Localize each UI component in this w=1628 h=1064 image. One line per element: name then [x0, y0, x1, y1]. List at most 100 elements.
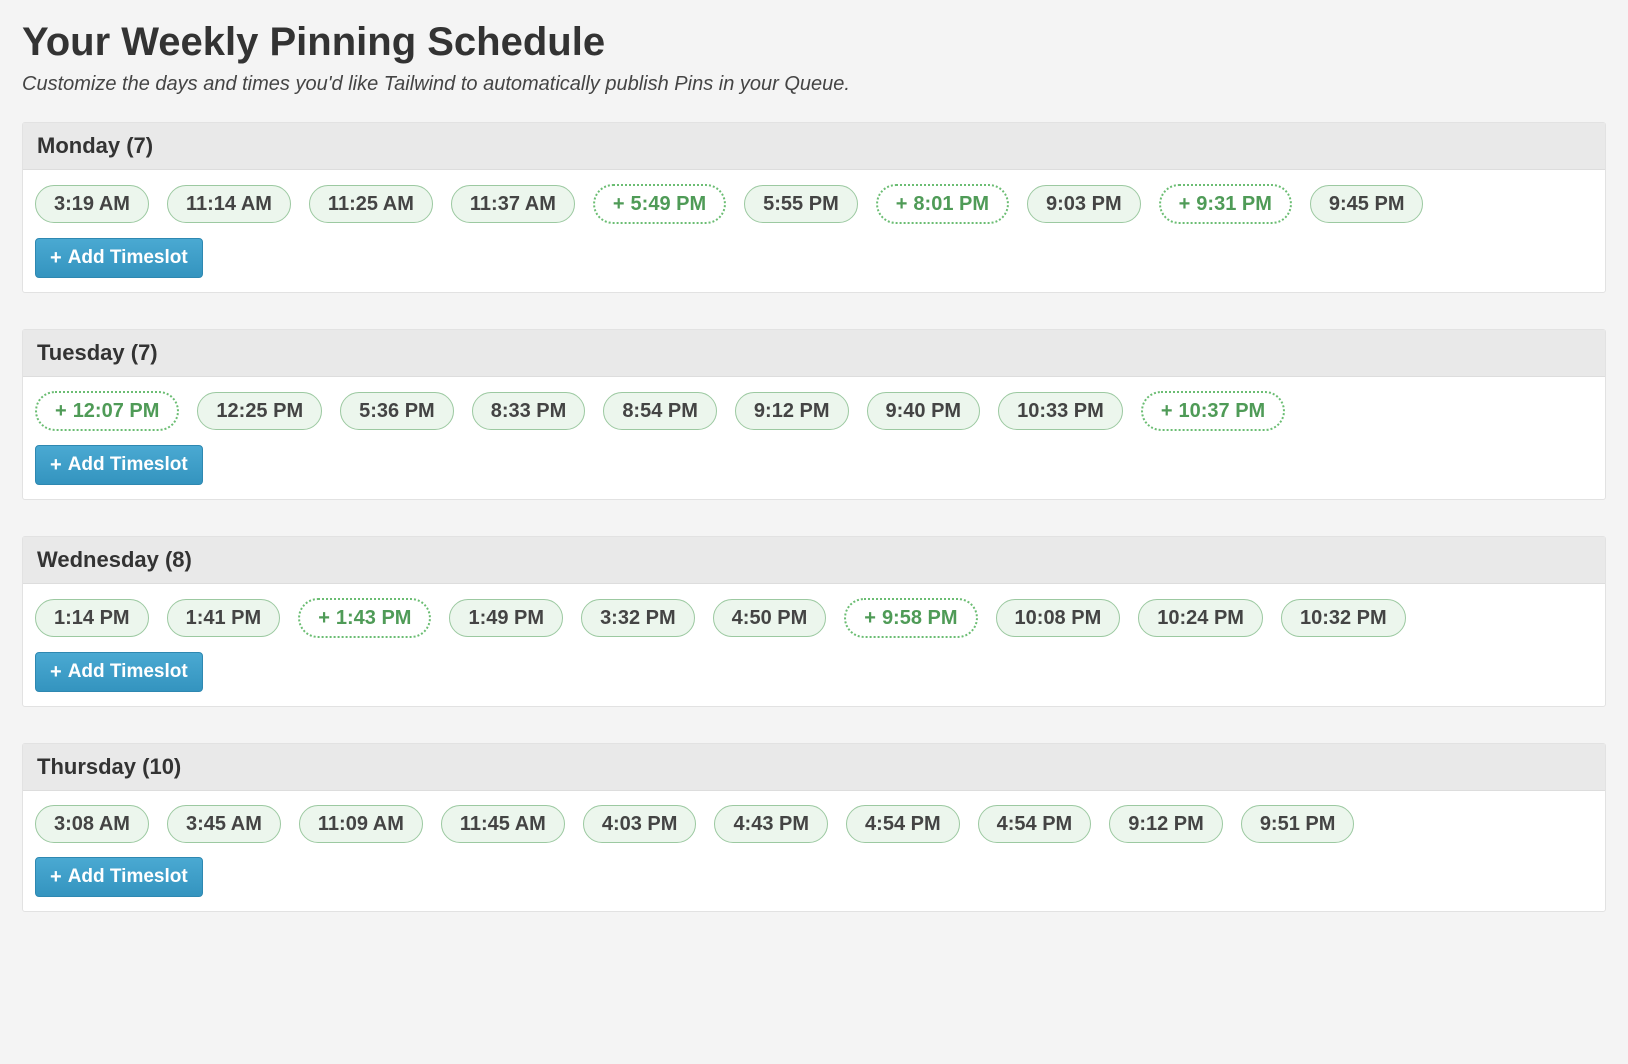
- timeslot[interactable]: 3:08 AM: [35, 805, 149, 843]
- timeslot[interactable]: 12:25 PM: [197, 392, 322, 430]
- timeslot[interactable]: 10:33 PM: [998, 392, 1123, 430]
- timeslot[interactable]: 1:14 PM: [35, 599, 149, 637]
- timeslot[interactable]: 8:54 PM: [603, 392, 717, 430]
- timeslot-label: 10:37 PM: [1179, 399, 1266, 423]
- timeslot[interactable]: 4:50 PM: [713, 599, 827, 637]
- timeslot[interactable]: 9:12 PM: [735, 392, 849, 430]
- timeslot-label: 9:51 PM: [1260, 812, 1336, 836]
- timeslot[interactable]: 9:12 PM: [1109, 805, 1223, 843]
- timeslot-label: 11:25 AM: [328, 192, 414, 216]
- timeslot[interactable]: 11:25 AM: [309, 185, 433, 223]
- timeslot-label: 9:45 PM: [1329, 192, 1405, 216]
- add-timeslot-button[interactable]: +Add Timeslot: [35, 445, 203, 485]
- timeslot-label: 10:08 PM: [1015, 606, 1102, 630]
- timeslot[interactable]: 5:36 PM: [340, 392, 454, 430]
- page-subtitle: Customize the days and times you'd like …: [22, 73, 1606, 96]
- day-header: Thursday (10): [23, 744, 1605, 791]
- add-timeslot-button[interactable]: + Add Timeslot: [35, 857, 203, 897]
- plus-icon: +: [50, 662, 62, 682]
- page-title: Your Weekly Pinning Schedule: [22, 20, 1606, 65]
- plus-icon: +: [896, 192, 908, 216]
- schedule-container: Monday (7) 3:19 AM 11:14 AM 11:25 AM 11:37 A…: [22, 122, 1606, 912]
- timeslot[interactable]: 11:45 AM: [441, 805, 565, 843]
- suggested-timeslot[interactable]: +1:43 PM: [298, 598, 431, 638]
- day-header: Tuesday (7): [23, 330, 1605, 377]
- timeslot-label: 8:54 PM: [622, 399, 698, 423]
- suggested-timeslot[interactable]: +9:58 PM: [844, 598, 977, 638]
- timeslot[interactable]: 4:54 PM: [846, 805, 960, 843]
- day-block: Monday (7) 3:19 AM 11:14 AM 11:25 AM 11:37 A…: [22, 122, 1606, 293]
- timeslot[interactable]: 4:03 PM: [583, 805, 697, 843]
- timeslot[interactable]: 9:51 PM: [1241, 805, 1355, 843]
- suggested-timeslot[interactable]: +5:49 PM: [593, 184, 726, 224]
- timeslot[interactable]: 4:54 PM: [978, 805, 1092, 843]
- timeslot-label: 9:31 PM: [1196, 192, 1272, 216]
- plus-icon: +: [55, 399, 67, 423]
- timeslots-row: 1:14 PM 1:41 PM +1:43 PM 1:49 PM 3:32 PM 4:50…: [23, 584, 1605, 652]
- day-block: Tuesday (7) +12:07 PM 12:25 PM 5:36 PM 8:33 …: [22, 329, 1606, 500]
- timeslot[interactable]: 8:33 PM: [472, 392, 586, 430]
- timeslot-label: 3:45 AM: [186, 812, 262, 836]
- timeslot[interactable]: 10:08 PM: [996, 599, 1121, 637]
- timeslot[interactable]: 5:55 PM: [744, 185, 858, 223]
- timeslot[interactable]: 3:45 AM: [167, 805, 281, 843]
- timeslot[interactable]: 1:49 PM: [449, 599, 563, 637]
- timeslot-label: 11:14 AM: [186, 192, 272, 216]
- timeslot-label: 11:45 AM: [460, 812, 546, 836]
- add-timeslot-row: + Add Timeslot: [23, 652, 1605, 706]
- timeslot[interactable]: 9:03 PM: [1027, 185, 1141, 223]
- timeslot-label: 9:58 PM: [882, 606, 958, 630]
- timeslot-label: 11:09 AM: [318, 812, 404, 836]
- timeslots-row: +12:07 PM 12:25 PM 5:36 PM 8:33 PM 8:54 PM 9:…: [23, 377, 1605, 445]
- suggested-timeslot[interactable]: +8:01 PM: [876, 184, 1009, 224]
- timeslot[interactable]: 4:43 PM: [714, 805, 828, 843]
- plus-icon: +: [50, 455, 62, 475]
- plus-icon: +: [50, 867, 62, 887]
- plus-icon: +: [50, 248, 62, 268]
- suggested-timeslot[interactable]: +12:07 PM: [35, 391, 179, 431]
- timeslot-label: 10:24 PM: [1157, 606, 1244, 630]
- day-header: Monday (7): [23, 123, 1605, 170]
- timeslot-label: 4:03 PM: [602, 812, 678, 836]
- timeslot-label: 4:54 PM: [997, 812, 1073, 836]
- plus-icon: +: [864, 606, 876, 630]
- timeslot-label: 1:43 PM: [336, 606, 412, 630]
- plus-icon: +: [1161, 399, 1173, 423]
- timeslot-label: 10:33 PM: [1017, 399, 1104, 423]
- timeslot-label: 11:37 AM: [470, 192, 556, 216]
- timeslot[interactable]: 10:24 PM: [1138, 599, 1263, 637]
- timeslot[interactable]: 10:32 PM: [1281, 599, 1406, 637]
- timeslot-label: 1:41 PM: [186, 606, 262, 630]
- timeslots-row: 3:08 AM 3:45 AM 11:09 AM 11:45 AM 4:03 PM 4:4…: [23, 791, 1605, 857]
- timeslot-label: 1:49 PM: [468, 606, 544, 630]
- timeslot[interactable]: 9:40 PM: [867, 392, 981, 430]
- suggested-timeslot[interactable]: +9:31 PM: [1159, 184, 1292, 224]
- timeslot-label: 8:33 PM: [491, 399, 567, 423]
- timeslot[interactable]: 1:41 PM: [167, 599, 281, 637]
- timeslot[interactable]: 3:19 AM: [35, 185, 149, 223]
- add-timeslot-button[interactable]: + Add Timeslot: [35, 238, 203, 278]
- timeslot-label: 4:50 PM: [732, 606, 808, 630]
- timeslot-label: 9:40 PM: [886, 399, 962, 423]
- timeslot[interactable]: 11:37 AM: [451, 185, 575, 223]
- timeslots-row: 3:19 AM 11:14 AM 11:25 AM 11:37 AM +5:49 PM 5…: [23, 170, 1605, 238]
- add-timeslot-button[interactable]: + Add Timeslot: [35, 652, 203, 692]
- timeslot-label: 4:54 PM: [865, 812, 941, 836]
- add-timeslot-label: Add Timeslot: [68, 247, 188, 269]
- timeslot-label: 4:43 PM: [733, 812, 809, 836]
- timeslot[interactable]: 3:32 PM: [581, 599, 695, 637]
- timeslot-label: 5:36 PM: [359, 399, 435, 423]
- timeslot-label: 10:32 PM: [1300, 606, 1387, 630]
- timeslot[interactable]: 11:14 AM: [167, 185, 291, 223]
- timeslot-label: 1:14 PM: [54, 606, 130, 630]
- timeslot-label: 3:19 AM: [54, 192, 130, 216]
- timeslot[interactable]: 9:45 PM: [1310, 185, 1424, 223]
- add-timeslot-row: + Add Timeslot: [23, 238, 1605, 292]
- add-timeslot-label: Add Timeslot: [68, 866, 188, 888]
- timeslot[interactable]: 11:09 AM: [299, 805, 423, 843]
- add-timeslot-row: + Add Timeslot: [23, 857, 1605, 911]
- plus-icon: +: [318, 606, 330, 630]
- add-timeslot-label: Add Timeslot: [68, 661, 188, 683]
- timeslot-label: 12:07 PM: [73, 399, 160, 423]
- suggested-timeslot[interactable]: +10:37 PM: [1141, 391, 1285, 431]
